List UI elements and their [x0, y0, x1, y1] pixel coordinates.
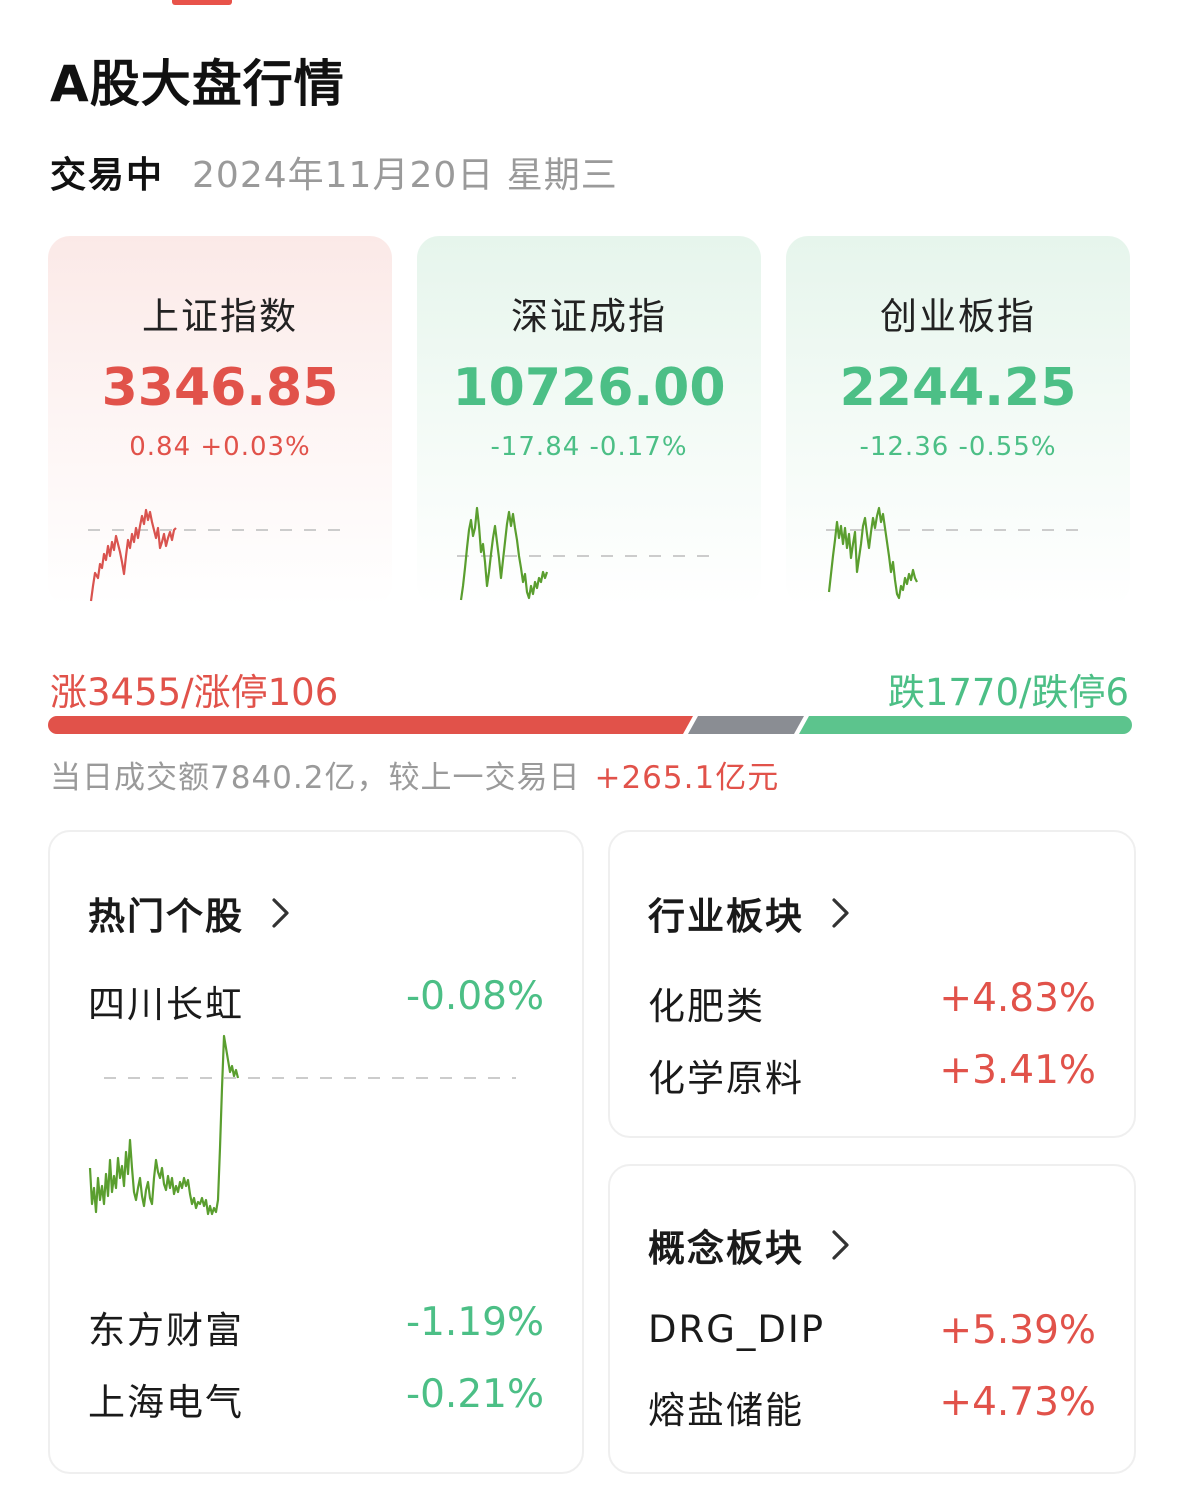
industry-header[interactable]: 行业板块: [648, 886, 852, 940]
hot-stocks-panel: 热门个股 四川长虹 -0.08% 东方财富 -1.19% 上海电气 -0.21%: [48, 830, 584, 1474]
hot-stocks-header[interactable]: 热门个股: [88, 886, 292, 940]
index-sparkline: [457, 506, 717, 601]
index-value: 3346.85: [101, 358, 339, 418]
stock-name[interactable]: 东方财富: [88, 1300, 244, 1354]
sector-change: +3.41%: [939, 1048, 1096, 1093]
sector-change: +4.73%: [939, 1380, 1096, 1425]
decliners-label: 跌1770/跌停6: [887, 671, 1129, 714]
index-sparkline: [88, 508, 348, 602]
industry-title: 行业板块: [648, 895, 804, 938]
chevron-right-icon: [832, 898, 849, 928]
index-value: 10726.00: [452, 358, 726, 418]
breadth-bar-up: [48, 716, 693, 734]
breadth-bar: [48, 716, 1132, 734]
sector-name[interactable]: 熔盐储能: [648, 1380, 804, 1434]
sector-name[interactable]: DRG_DIP: [648, 1308, 825, 1351]
index-card-shanghai[interactable]: 上证指数 3346.85 0.84 +0.03%: [48, 236, 392, 606]
trading-status: 交易中: [50, 155, 165, 196]
index-name: 创业板指: [880, 295, 1036, 338]
chevron-right-icon: [832, 1230, 849, 1260]
stock-change: -1.19%: [406, 1300, 544, 1345]
breadth-bar-down: [799, 716, 1132, 734]
market-status-row: 交易中 2024年11月20日 星期三: [50, 146, 618, 198]
concept-sectors-panel: 概念板块 DRG_DIP +5.39% 熔盐储能 +4.73%: [608, 1164, 1136, 1474]
stock-name[interactable]: 上海电气: [88, 1372, 244, 1426]
advancers-label: 涨3455/涨停106: [50, 671, 339, 714]
chevron-right-icon: [272, 898, 289, 928]
concept-header[interactable]: 概念板块: [648, 1218, 852, 1272]
sector-name[interactable]: 化学原料: [648, 1048, 804, 1102]
index-name: 深证成指: [511, 295, 667, 338]
page-title: A股大盘行情: [50, 55, 345, 113]
index-card-shenzhen[interactable]: 深证成指 10726.00 -17.84 -0.17%: [417, 236, 761, 606]
index-card-chinext[interactable]: 创业板指 2244.25 -12.36 -0.55%: [786, 236, 1130, 606]
industry-sectors-panel: 行业板块 化肥类 +4.83% 化学原料 +3.41%: [608, 830, 1136, 1138]
stock-change: -0.08%: [406, 974, 544, 1019]
index-change: -17.84 -0.17%: [490, 432, 688, 462]
index-value: 2244.25: [839, 358, 1077, 418]
turnover-text: 当日成交额7840.2亿，较上一交易日: [50, 760, 581, 796]
concept-title: 概念板块: [648, 1227, 804, 1270]
turnover-delta: +265.1亿元: [594, 760, 780, 796]
sector-change: +5.39%: [939, 1308, 1096, 1353]
tab-indicator: [172, 0, 232, 5]
index-name: 上证指数: [142, 295, 298, 338]
stock-sparkline: [88, 1034, 516, 1216]
index-change: 0.84 +0.03%: [129, 432, 311, 462]
index-sparkline: [826, 506, 1086, 600]
hot-stocks-title: 热门个股: [88, 895, 244, 938]
sector-name[interactable]: 化肥类: [648, 976, 765, 1030]
index-change: -12.36 -0.55%: [859, 432, 1057, 462]
stock-name[interactable]: 四川长虹: [88, 974, 244, 1028]
breadth-bar-flat: [688, 716, 804, 734]
stock-change: -0.21%: [406, 1372, 544, 1417]
sector-change: +4.83%: [939, 976, 1096, 1021]
trading-date: 2024年11月20日 星期三: [192, 155, 618, 196]
turnover-summary: 当日成交额7840.2亿，较上一交易日 +265.1亿元: [50, 752, 779, 797]
